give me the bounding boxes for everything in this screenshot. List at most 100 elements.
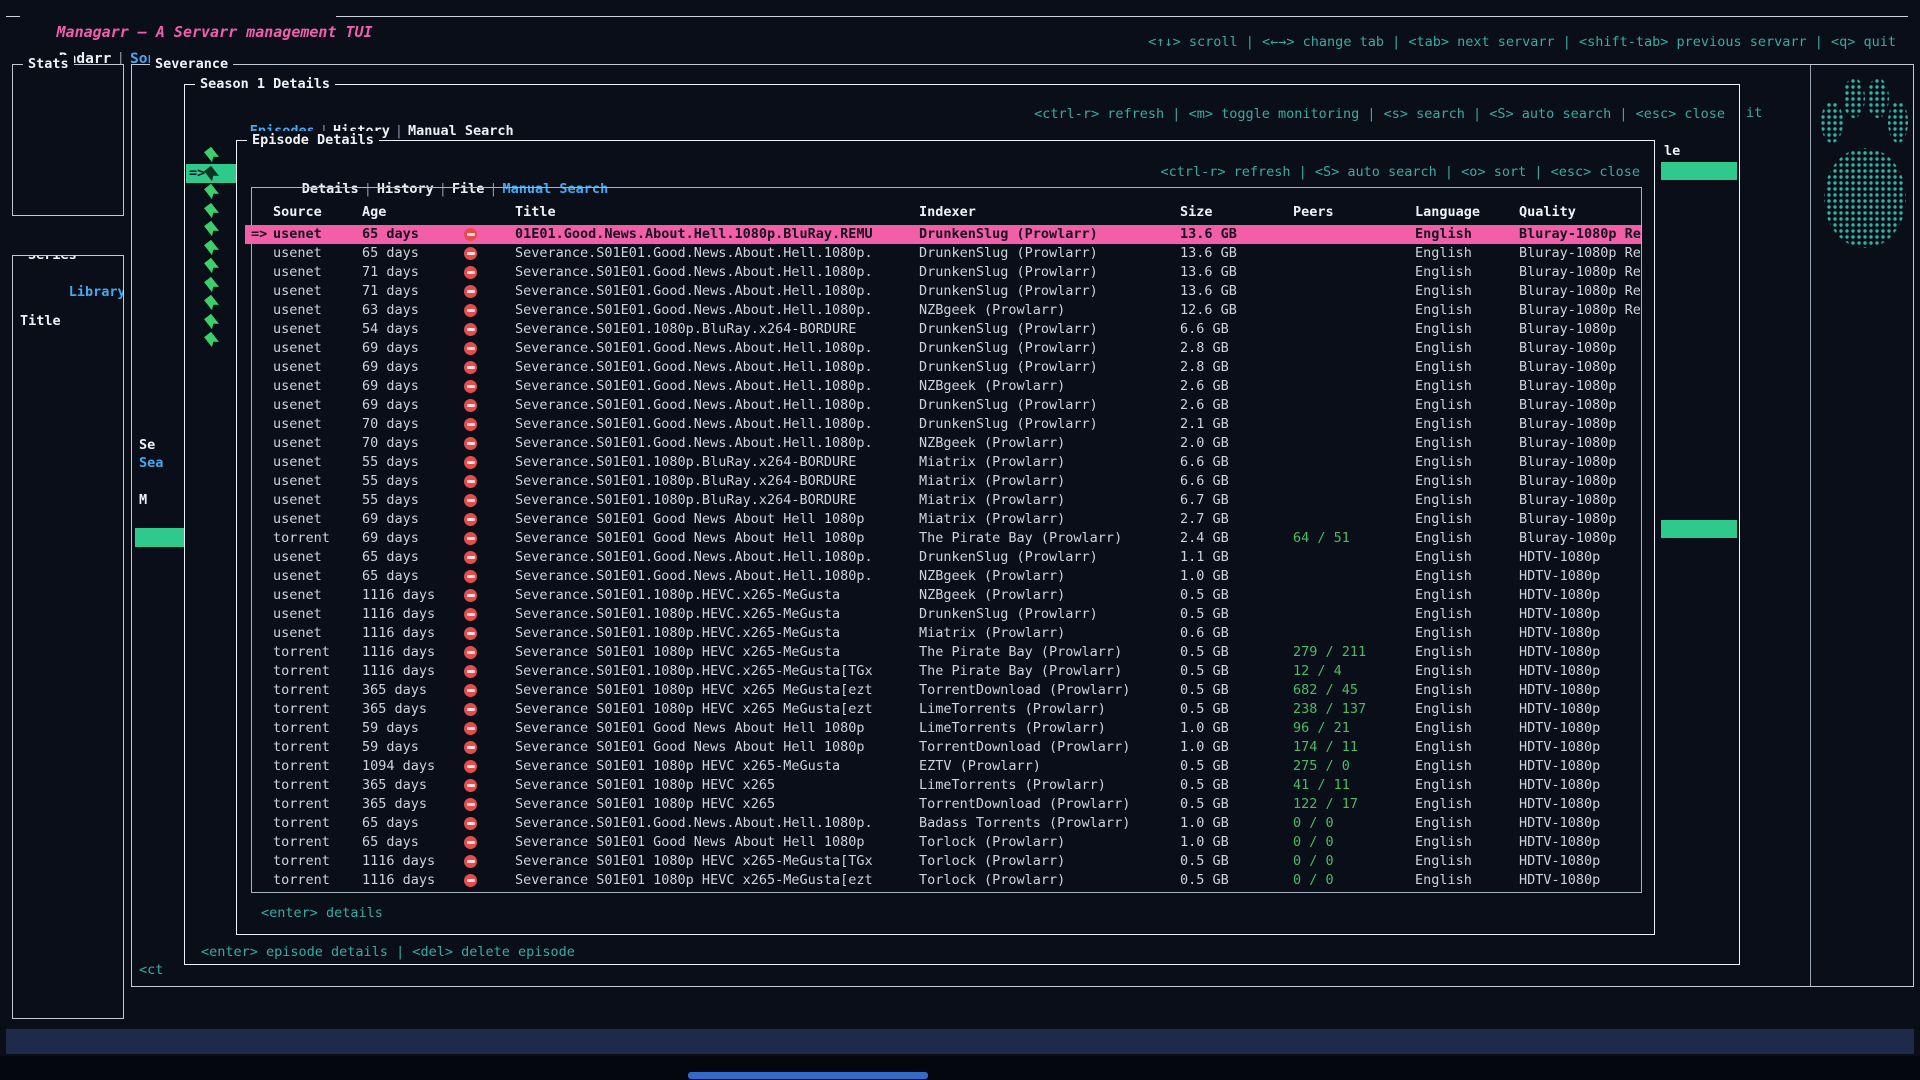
release-size: 2.4 GB [1180, 529, 1293, 548]
episode-row-fragment[interactable] [186, 256, 237, 275]
release-row[interactable]: usenet 70 days Severance.S01E01.Good.New… [245, 434, 1641, 453]
release-row[interactable]: usenet 63 days Severance.S01E01.Good.New… [245, 301, 1641, 320]
release-source: usenet [273, 358, 362, 377]
release-row[interactable]: usenet 55 days Severance.S01E01.1080p.Bl… [245, 472, 1641, 491]
release-row[interactable]: usenet 65 days Severance.S01E01.Good.New… [245, 567, 1641, 586]
col-header-indexer: Indexer [919, 203, 1180, 222]
release-row[interactable]: usenet 69 days Severance.S01E01.Good.New… [245, 377, 1641, 396]
release-source: usenet [273, 339, 362, 358]
release-age: 365 days [362, 700, 464, 719]
release-row[interactable]: torrent 59 days Severance S01E01 Good Ne… [245, 719, 1641, 738]
release-source: usenet [273, 567, 362, 586]
release-row[interactable]: torrent 59 days Severance S01E01 Good Ne… [245, 738, 1641, 757]
release-age: 55 days [362, 472, 464, 491]
selected-season-row[interactable]: => [135, 528, 185, 547]
release-row[interactable]: usenet 69 days Severance.S01E01.Good.New… [245, 358, 1641, 377]
release-row[interactable]: usenet 1116 days Severance.S01E01.1080p.… [245, 605, 1641, 624]
release-row[interactable]: usenet 55 days Severance.S01E01.1080p.Bl… [245, 453, 1641, 472]
release-quality: Bluray-1080p [1519, 510, 1641, 529]
release-language: English [1415, 700, 1519, 719]
rejected-icon [464, 586, 515, 605]
release-indexer: EZTV (Prowlarr) [919, 757, 1180, 776]
release-row[interactable]: usenet 65 days Severance.S01E01.Good.New… [245, 548, 1641, 567]
release-row[interactable]: usenet 65 days Severance.S01E01.Good.New… [245, 244, 1641, 263]
release-quality: Bluray-1080p Re [1519, 263, 1641, 282]
release-row[interactable]: torrent 1116 days Severance.S01E01.1080p… [245, 662, 1641, 681]
release-row[interactable]: torrent 365 days Severance S01E01 1080p … [245, 681, 1641, 700]
release-row[interactable]: torrent 69 days Severance S01E01 Good Ne… [245, 529, 1641, 548]
release-language: English [1415, 415, 1519, 434]
selection-arrow [245, 624, 273, 643]
seasons-tab-fragment[interactable]: Sea [139, 454, 163, 473]
rejected-icon [464, 681, 515, 700]
selection-arrow [245, 738, 273, 757]
release-peers [1293, 605, 1415, 624]
release-size: 13.6 GB [1180, 244, 1293, 263]
release-title: 01E01.Good.News.About.Hell.1080p.BluRay.… [515, 225, 919, 244]
episode-footer-keybinds: <enter> details [261, 904, 383, 923]
release-row[interactable]: torrent 365 days Severance S01E01 1080p … [245, 795, 1641, 814]
release-age: 69 days [362, 358, 464, 377]
rejected-icon [464, 320, 515, 339]
release-row[interactable]: torrent 365 days Severance S01E01 1080p … [245, 700, 1641, 719]
release-language: English [1415, 377, 1519, 396]
release-row[interactable]: usenet 1116 days Severance.S01E01.1080p.… [245, 624, 1641, 643]
release-row[interactable]: usenet 71 days Severance.S01E01.Good.New… [245, 282, 1641, 301]
release-row[interactable]: torrent 1094 days Severance S01E01 1080p… [245, 757, 1641, 776]
release-source: usenet [273, 453, 362, 472]
release-source: usenet [273, 472, 362, 491]
release-age: 54 days [362, 320, 464, 339]
release-row[interactable]: torrent 365 days Severance S01E01 1080p … [245, 776, 1641, 795]
release-row[interactable]: usenet 54 days Severance.S01E01.1080p.Bl… [245, 320, 1641, 339]
release-source: usenet [273, 301, 362, 320]
episode-row-fragment[interactable] [186, 293, 237, 312]
release-source: torrent [273, 662, 362, 681]
release-row[interactable]: usenet 69 days Severance.S01E01.Good.New… [245, 339, 1641, 358]
episode-row-fragment[interactable]: => [186, 164, 237, 183]
episode-row-fragment[interactable] [186, 238, 237, 257]
episode-row-fragment[interactable] [186, 330, 237, 349]
episode-row-fragment[interactable] [186, 201, 237, 220]
release-quality: Bluray-1080p [1519, 415, 1641, 434]
tab-season-manual-search[interactable]: Manual Search [408, 123, 514, 139]
episode-row-fragment[interactable] [186, 219, 237, 238]
selection-arrow [245, 567, 273, 586]
release-row[interactable]: torrent 65 days Severance S01E01 Good Ne… [245, 833, 1641, 852]
rejected-icon [464, 453, 515, 472]
release-row[interactable]: torrent 1116 days Severance S01E01 1080p… [245, 852, 1641, 871]
release-language: English [1415, 738, 1519, 757]
release-row[interactable]: torrent 65 days Severance.S01E01.Good.Ne… [245, 814, 1641, 833]
release-peers: 0 / 0 [1293, 814, 1415, 833]
release-size: 1.0 GB [1180, 814, 1293, 833]
selection-arrow: => [189, 164, 207, 183]
release-quality: HDTV-1080p [1519, 833, 1641, 852]
episode-row-fragment[interactable] [186, 182, 237, 201]
release-row[interactable]: usenet 69 days Severance.S01E01.Good.New… [245, 396, 1641, 415]
release-row[interactable]: usenet 55 days Severance.S01E01.1080p.Bl… [245, 491, 1641, 510]
release-indexer: DrunkenSlug (Prowlarr) [919, 320, 1180, 339]
release-source: torrent [273, 643, 362, 662]
episode-row-fragment[interactable] [186, 312, 237, 331]
release-row[interactable]: usenet 71 days Severance.S01E01.Good.New… [245, 263, 1641, 282]
release-peers: 0 / 0 [1293, 852, 1415, 871]
release-row[interactable]: => usenet 65 days 01E01.Good.News.About.… [245, 225, 1641, 244]
release-peers: 275 / 0 [1293, 757, 1415, 776]
episode-row-fragment[interactable] [186, 275, 237, 294]
release-row[interactable]: usenet 1116 days Severance.S01E01.1080p.… [245, 586, 1641, 605]
release-row[interactable]: usenet 70 days Severance.S01E01.Good.New… [245, 415, 1641, 434]
release-row[interactable]: usenet 69 days Severance S01E01 Good New… [245, 510, 1641, 529]
release-peers [1293, 586, 1415, 605]
episode-row-fragment[interactable] [186, 145, 237, 164]
release-size: 0.5 GB [1180, 662, 1293, 681]
release-peers [1293, 339, 1415, 358]
release-indexer: Miatrix (Prowlarr) [919, 453, 1180, 472]
col-header-source: Source [273, 203, 362, 222]
tab-library[interactable]: Library [69, 284, 124, 300]
release-age: 65 days [362, 814, 464, 833]
release-row[interactable]: torrent 1116 days Severance S01E01 1080p… [245, 871, 1641, 890]
release-quality: Bluray-1080p [1519, 453, 1641, 472]
release-age: 1116 days [362, 871, 464, 890]
release-row[interactable]: torrent 1116 days Severance S01E01 1080p… [245, 643, 1641, 662]
release-age: 59 days [362, 738, 464, 757]
release-size: 0.5 GB [1180, 643, 1293, 662]
